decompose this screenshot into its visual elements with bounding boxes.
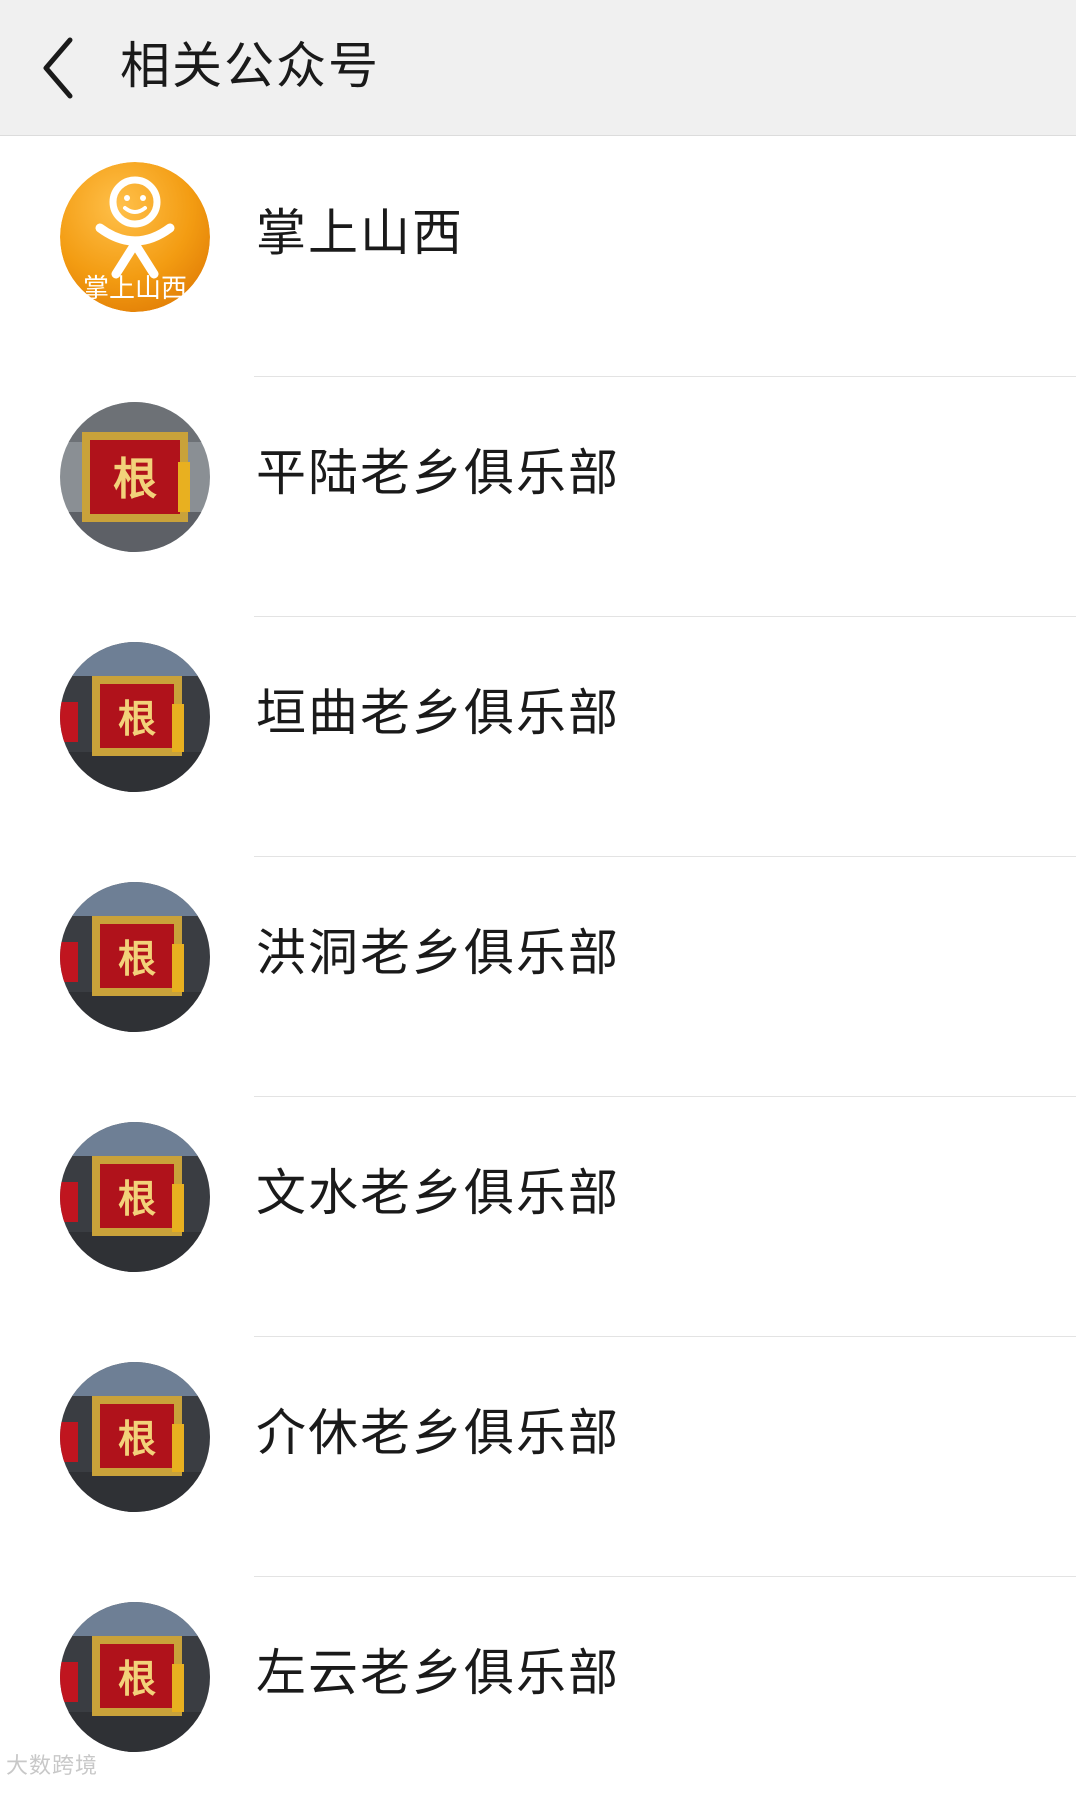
account-name: 介休老乡俱乐部 bbox=[256, 1404, 620, 1462]
account-name: 左云老乡俱乐部 bbox=[256, 1644, 620, 1702]
avatar-gen-plaque: 根 bbox=[60, 402, 210, 552]
list-item[interactable]: 根 左云老乡俱乐部 bbox=[0, 1577, 1076, 1817]
avatar-gen-plaque: 根 bbox=[60, 1602, 210, 1752]
watermark: 大数跨境 bbox=[6, 1754, 99, 1779]
account-name: 文水老乡俱乐部 bbox=[256, 1164, 620, 1222]
list-item[interactable]: 根 洪洞老乡俱乐部 bbox=[0, 857, 1076, 1097]
avatar-gen-plaque: 根 bbox=[60, 882, 210, 1032]
page-title: 相关公众号 bbox=[120, 37, 380, 95]
avatar-gen-plaque: 根 bbox=[60, 1122, 210, 1272]
title-bar: 相关公众号 bbox=[0, 0, 1076, 136]
plaque-text: 根 bbox=[118, 696, 156, 741]
list-item[interactable]: 根 介休老乡俱乐部 bbox=[0, 1337, 1076, 1577]
avatar-gen-plaque: 根 bbox=[60, 1362, 210, 1512]
account-name: 掌上山西 bbox=[256, 204, 464, 262]
list-item[interactable]: 根 文水老乡俱乐部 bbox=[0, 1097, 1076, 1337]
account-list: 掌上山西 掌上山西 根 平陆老乡俱乐部 根 垣曲老乡俱乐部 根 洪洞老乡俱乐部 … bbox=[0, 137, 1076, 1817]
list-item[interactable]: 掌上山西 掌上山西 bbox=[0, 137, 1076, 377]
plaque-text: 根 bbox=[118, 1416, 156, 1461]
avatar-logo-text: 掌上山西 bbox=[83, 274, 187, 304]
account-name: 平陆老乡俱乐部 bbox=[256, 444, 620, 502]
account-name: 垣曲老乡俱乐部 bbox=[256, 684, 620, 742]
chevron-left-icon bbox=[43, 37, 73, 99]
back-button[interactable] bbox=[30, 28, 110, 108]
plaque-text: 根 bbox=[118, 1176, 156, 1221]
account-name: 洪洞老乡俱乐部 bbox=[256, 924, 620, 982]
plaque-text: 根 bbox=[118, 1656, 156, 1701]
avatar-gen-plaque: 根 bbox=[60, 642, 210, 792]
list-item[interactable]: 根 平陆老乡俱乐部 bbox=[0, 377, 1076, 617]
avatar-zhangshang-shanxi: 掌上山西 bbox=[60, 162, 210, 312]
plaque-text: 根 bbox=[118, 936, 156, 981]
plaque-text: 根 bbox=[113, 454, 157, 505]
list-item[interactable]: 根 垣曲老乡俱乐部 bbox=[0, 617, 1076, 857]
